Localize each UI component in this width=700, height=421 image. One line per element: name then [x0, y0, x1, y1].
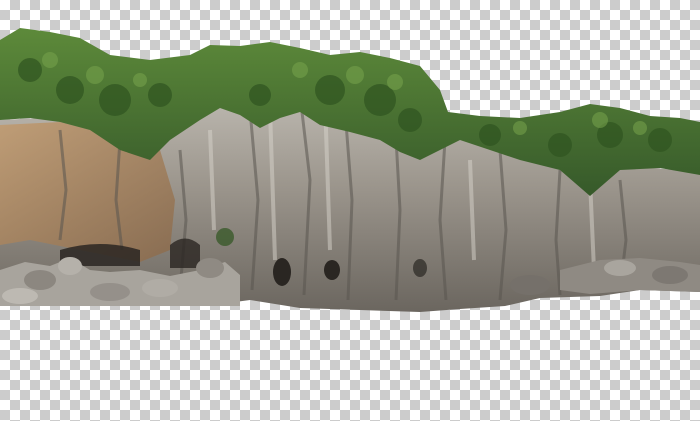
transparency-canvas — [0, 0, 700, 421]
cliff-cutout-image — [0, 28, 700, 312]
